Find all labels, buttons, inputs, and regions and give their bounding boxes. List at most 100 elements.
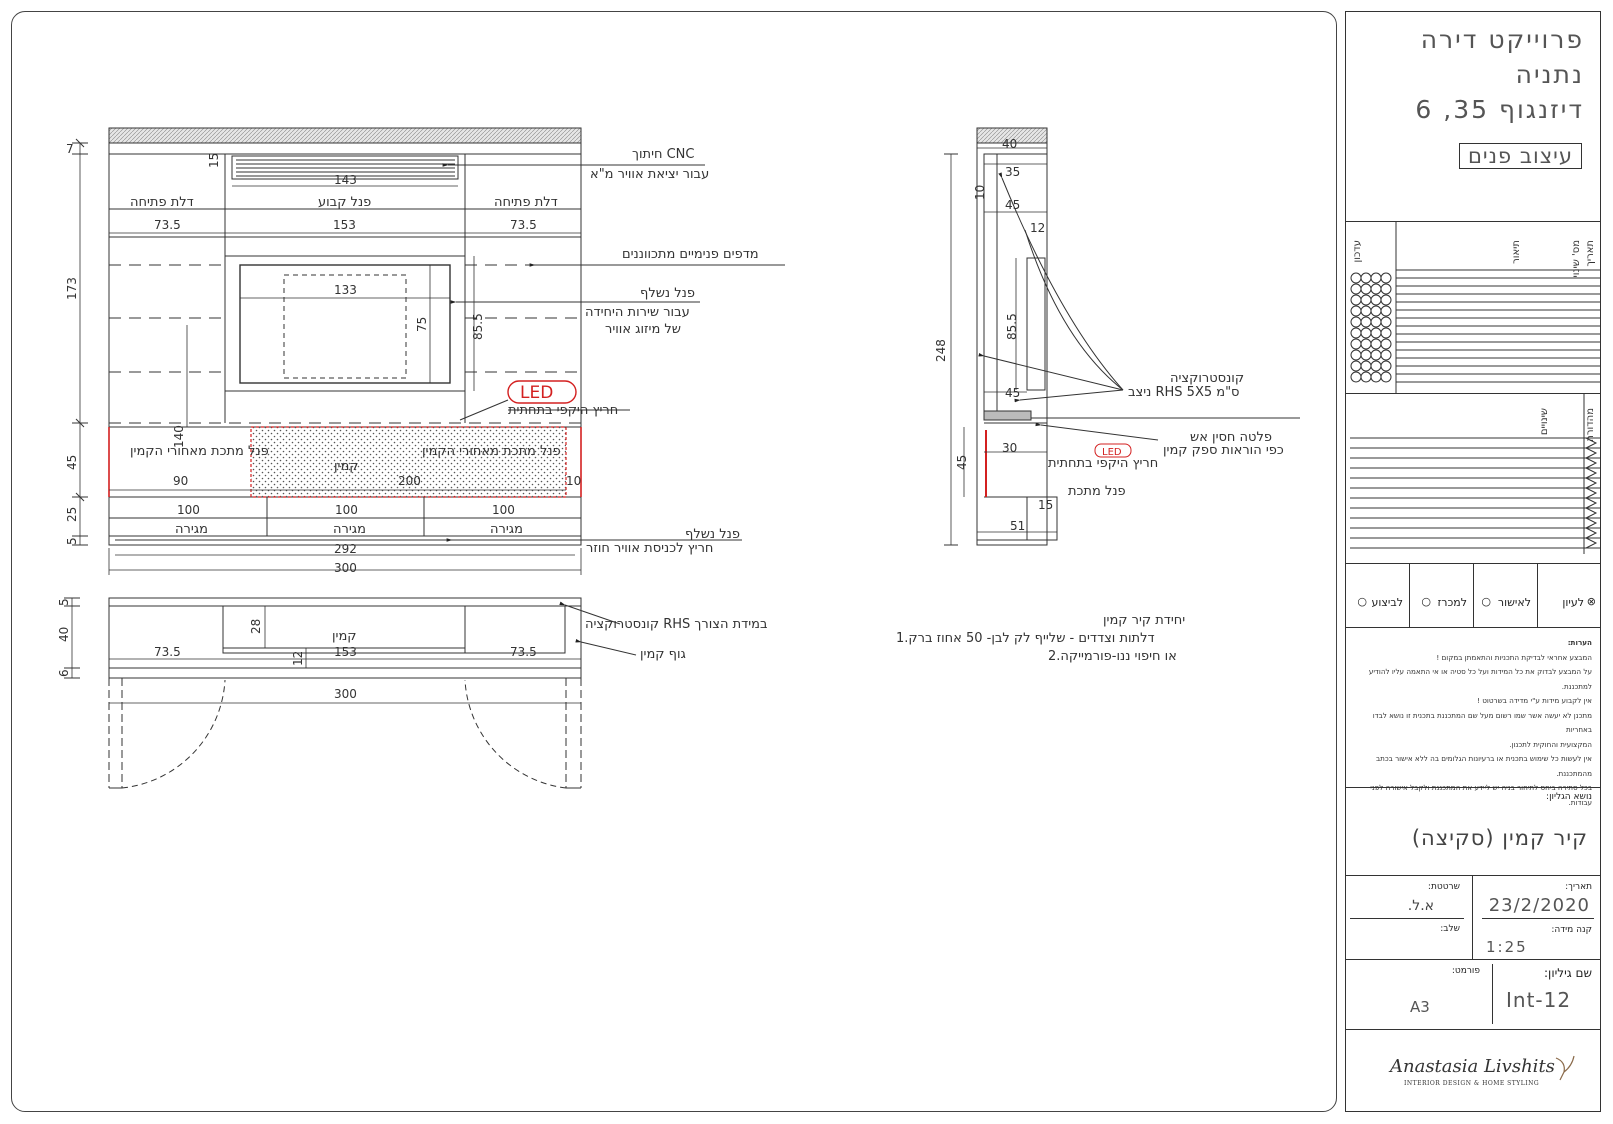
status-execution[interactable]: לביצוע ○ [1346,564,1410,628]
radio-study-checked-icon: ⊗ [1586,595,1596,608]
plan-callout-body: גוף קמין [640,647,686,662]
dim-100-a: 100 [177,503,200,517]
label-metal-panel-left: פנל מתכת מאחורי הקמין [130,444,269,459]
note-6: אין לעשות כל שימוש בתכנית או ברעיונות הג… [1375,754,1592,778]
status-tender-label: למכרז [1437,596,1467,609]
plan-dim-12: 12 [291,651,305,666]
note-2: על המבצע לבדוק את כל המידות ועל כל סטיה … [1368,667,1592,691]
sec-dim-51: 51 [1010,519,1025,533]
sec-dim-45-low: 45 [955,455,969,470]
notes-title: הערות: [1567,638,1592,647]
sheet-name-value: Int-12 [1506,988,1572,1012]
front-elevation-text: 7 173 45 25 5 15 143 דלת פתיחה פנל קבוע … [65,142,759,575]
sheet-subject: קיר קמין (סקיצה) [1411,826,1588,850]
sec-dim-12: 12 [1030,221,1045,235]
sec-dim-30: 30 [1002,441,1017,455]
dim-10: 10 [566,474,581,488]
sec-dim-248: 248 [934,339,948,362]
sec-dim-85-5: 85.5 [1005,313,1019,340]
dim-153: 153 [333,218,356,232]
project-header: פרוייקט דירה נתניה דיזנגוף 35, 6 עיצוב פ… [1346,12,1600,222]
scale-value: 1:25 [1486,938,1528,956]
spec-line-1: 1.דלתות וצדדים - שלייף לק לבן- 50 אחוז ב… [896,631,1155,646]
hummingbird-logo-icon [1555,1055,1575,1081]
callout-return-1: פנל נשלף [685,527,740,542]
spec-block: יחידת קיר קמין 1.דלתות וצדדים - שלייף לק… [896,613,1185,664]
note-4: מתכנן לא יעשה אשר שמו רשום מעל שם המתכננ… [1372,710,1592,735]
sec-callout-metal: פנל מתכת [1068,484,1126,499]
plan-callout-rhs: קונסטרוקציה RHS במידת הצורך [585,617,767,632]
project-line-2: נתניה [1515,60,1584,89]
side-section [944,127,1300,546]
project-line-3: דיזנגוף 35, 6 [1415,95,1584,124]
sec-dim-45-top: 45 [1005,198,1020,212]
revisions-grid [1350,222,1600,394]
callout-removable-2: עבור שירות היחידה [585,305,690,320]
revisions-table: תאריך מס' שינוי תיאור עדכון [1346,222,1600,394]
label-door-right: דלת פתיחה [494,195,558,210]
callout-cnc-2: עבור יציאת אוויר מ"א [590,167,709,182]
scale-label: קנה מידה: [1551,925,1592,935]
sec-dim-35: 35 [1005,165,1020,179]
drawn-date-section: תאריך: 23/2/2020 קנה מידה: 1:25 שרטטת: א… [1346,876,1600,960]
sheet-subject-label: נושא הגליון: [1546,792,1592,802]
dim-45: 45 [65,455,79,470]
spec-line-2: 2.או חיפוי ננו-פורמייקה [1048,649,1177,664]
dim-7: 7 [66,142,74,156]
project-line-1: פרוייקט דירה [1420,25,1584,54]
sec-dim-40: 40 [1002,137,1017,151]
status-approval[interactable]: לאישור ○ [1474,564,1538,628]
logo-name: Anastasia Livshits [1390,1056,1555,1077]
callout-groove: חריץ היקפי בתחתית [508,403,618,418]
plan-dim-73-5-left: 73.5 [154,645,181,659]
sec-led-label: LED [1102,447,1122,458]
plan-label-fireplace: קמין [332,629,357,644]
note-1: המבצע אחראי לבדיקת התכניות והתאמתן במקום… [1436,652,1592,662]
callout-removable-1: פנל נשלף [640,286,695,301]
logo-section: Anastasia Livshits INTERIOR DESIGN & HOM… [1346,1030,1600,1111]
notes-section: הערות: המבצע אחראי לבדיקת התכניות והתאמת… [1346,628,1600,807]
note-5: המקצועית והחוקית לתכנון. [1509,739,1592,749]
sec-callout-rhs-1: קונסטרוקציה [1170,371,1244,386]
label-drawer-3: מגירה [490,522,523,537]
sec-callout-fire-2: כפי הוראות ספק קמין [1163,443,1284,458]
label-drawer-2: מגירה [333,522,366,537]
dim-15: 15 [207,153,221,168]
dim-73-5-left: 73.5 [154,218,181,232]
dim-100-b: 100 [335,503,358,517]
label-fixed-panel: פנל קבוע [318,195,371,210]
plan-text: 5 40 6 28 קמין 12 73.5 153 73.5 300 קונס… [57,598,767,701]
status-approval-label: לאישור [1497,596,1531,609]
label-door-left: דלת פתיחה [130,195,194,210]
changes-table: מהדורה שינויים [1346,394,1600,564]
dim-75: 75 [415,317,429,332]
plan-dim-40: 40 [57,627,71,642]
status-study-label: לעיון [1562,596,1584,609]
label-fireplace: קמין [334,459,359,474]
changes-grid [1350,394,1600,554]
logo-subtitle: INTERIOR DESIGN & HOME STYLING [1404,1080,1540,1087]
dim-173: 173 [65,277,79,300]
radio-tender-icon: ○ [1421,595,1431,608]
callout-shelves: מדפים פנימיים מתכווננים [622,247,759,262]
sec-callout-groove: חריץ היקפי בתחתית [1048,456,1158,471]
label-metal-panel-right: פנל מתכת מאחורי הקמין [422,444,561,459]
sheet-subject-section: נושא הגליון: קיר קמין (סקיצה) [1346,788,1600,876]
dim-292: 292 [334,542,357,556]
plan-dim-28: 28 [249,619,263,634]
led-label: LED [520,383,553,403]
dim-73-5-right: 73.5 [510,218,537,232]
dim-100-c: 100 [492,503,515,517]
dim-300: 300 [334,561,357,575]
stage-label: שלב: [1440,924,1460,934]
status-study[interactable]: לעיון ⊗ [1538,564,1600,628]
top-slab [108,127,582,144]
status-tender[interactable]: למכרז ○ [1410,564,1474,628]
callout-cnc-1: חיתוך CNC [632,147,694,162]
radio-approval-icon: ○ [1481,595,1491,608]
plan-dim-300: 300 [334,687,357,701]
callout-removable-3: של מיזוג אוויר [605,322,681,337]
sec-callout-rhs-2: ניצב RHS 5X5 ס"מ [1128,385,1240,400]
drawing-canvas: 7 173 45 25 5 15 143 דלת פתיחה פנל קבוע … [57,127,1300,789]
status-execution-label: לביצוע [1371,596,1403,609]
